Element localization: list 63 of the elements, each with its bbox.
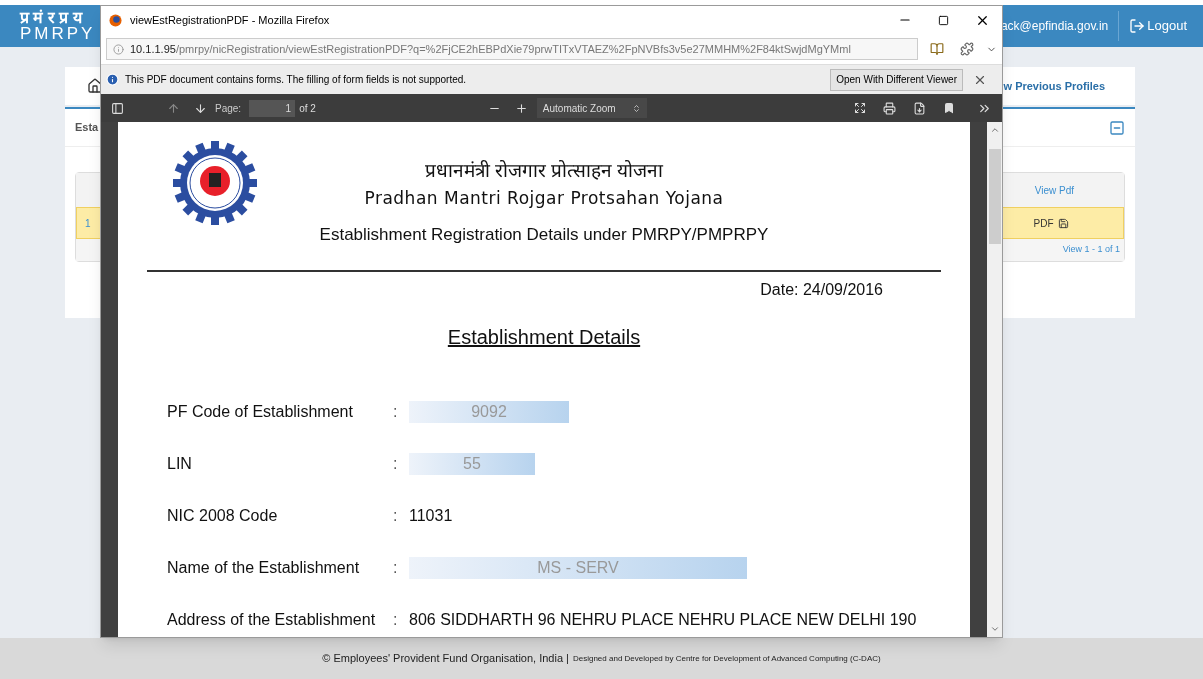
page-number-field[interactable]: 1 (249, 99, 296, 117)
field-label: LIN (167, 454, 193, 474)
field-value: 806 SIDDHARTH 96 NEHRU PLACE NEHRU PLACE NEW DELHI 190 (409, 610, 917, 630)
sidebar-toggle-icon[interactable] (111, 101, 124, 115)
save-icon (1057, 217, 1069, 229)
credit-text: Designed and Developed by Centre for Development of Advanced Computing (C-DAC) (572, 652, 881, 665)
zoom-select[interactable]: Automatic Zoom (536, 98, 647, 118)
document-title: प्रधानमंत्री रोजगार प्रोत्साहन योजना (424, 160, 664, 182)
home-icon[interactable] (87, 78, 103, 94)
page-count: of 2 (299, 101, 316, 116)
row-number: 1 (85, 216, 91, 231)
column-header: View Pdf (1034, 183, 1074, 198)
info-icon (113, 43, 124, 55)
panel-title: Esta (75, 120, 99, 136)
field-separator: : (393, 506, 399, 526)
logout-icon (1129, 18, 1146, 34)
logo-text: PMRPY (20, 26, 96, 42)
field-label: Address of the Establishment (167, 610, 377, 630)
url-text: 10.1.1.95/pmrpy/nicRegistration/viewEstRegistrationPDF?q=%2FjCE2hEBPdXie79prwTITxVTAEZ%2FpNVBfs3v5e27MMHM%2F84ktSwjdMgYMml (130, 41, 851, 57)
field-label: PF Code of Establishment (167, 402, 354, 422)
section-title: Establishment Details (447, 325, 641, 350)
zoom-in-icon[interactable] (514, 101, 528, 115)
collapse-icon[interactable] (1109, 119, 1125, 136)
field-separator: : (393, 454, 399, 474)
field-label: NIC 2008 Code (167, 506, 279, 526)
document-date: Date: 24/09/2016 (760, 280, 883, 300)
logout-link[interactable]: Logout (1147, 16, 1187, 36)
firefox-icon (109, 13, 122, 27)
download-icon[interactable] (913, 101, 926, 115)
user-email: ack@epfindia.gov.in (1000, 18, 1109, 35)
maximize-icon[interactable] (938, 14, 949, 26)
field-separator: : (393, 558, 399, 578)
scroll-down-icon[interactable] (989, 624, 1000, 634)
open-viewer-button[interactable]: Open With Different Viewer (830, 68, 963, 91)
scroll-thumb[interactable] (988, 149, 1001, 244)
copyright-text: © Employees' Provident Fund Organisation, India | (322, 651, 569, 667)
next-page-icon[interactable] (194, 101, 207, 115)
window-title: viewEstRegistrationPDF - Mozilla Firefox (130, 12, 331, 28)
book-icon[interactable] (930, 42, 944, 56)
field-label: Name of the Establishment (167, 558, 361, 578)
scroll-up-icon[interactable] (989, 125, 1000, 135)
print-icon[interactable] (883, 101, 896, 115)
notice-text: This PDF document contains forms. The filling of form fields is not supported. (125, 73, 468, 87)
redacted-value: MS - SERV (409, 557, 747, 579)
field-separator: : (393, 610, 399, 630)
nav-link[interactable]: w Previous Profiles (1003, 77, 1105, 95)
logo-text: प्र मं र प्र य (20, 10, 84, 26)
page-label: Page: (215, 101, 242, 116)
field-separator: : (393, 402, 399, 422)
info-icon (106, 73, 119, 86)
bookmark-icon[interactable] (943, 102, 955, 114)
url-field[interactable]: 10.1.1.95/pmrpy/nicRegistration/viewEstRegistrationPDF?q=%2FjCE2hEBPdXie79prwTITxVTAEZ%2FpNVBfs3v5e27MMHM%2F84ktSwjdMgYMml (106, 38, 918, 60)
previous-page-icon[interactable] (167, 101, 180, 115)
field-value: 11031 (409, 506, 453, 526)
fullscreen-icon[interactable] (854, 102, 866, 114)
redacted-value: 9092 (409, 401, 569, 423)
redacted-value: 55 (409, 453, 535, 475)
pdf-link[interactable]: PDF (1033, 215, 1069, 231)
pager-text: View 1 - 1 of 1 (1062, 243, 1120, 257)
document-subtitle: Pradhan Mantri Rojgar Protsahan Yojana (364, 187, 724, 210)
puzzle-icon[interactable] (960, 42, 974, 56)
document-heading: Establishment Registration Details under PMRPY/PMPRPY (319, 223, 769, 246)
select-arrow-icon (631, 103, 641, 113)
